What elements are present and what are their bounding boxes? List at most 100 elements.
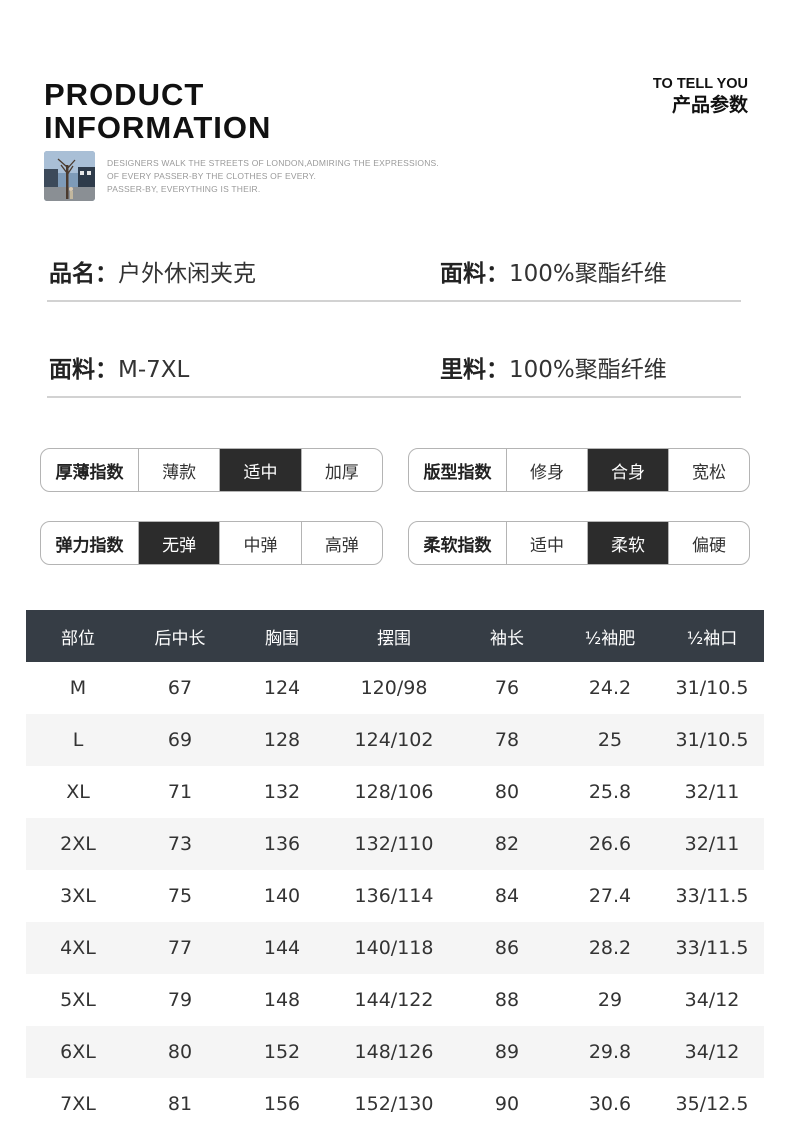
elasticity-index-label: 弹力指数 <box>41 522 139 564</box>
elasticity-option-high: 高弹 <box>324 535 359 556</box>
product-name-label: 品名： <box>49 261 118 287</box>
table-cell: 31/10.5 <box>675 729 749 751</box>
table-cell: 25 <box>597 729 623 751</box>
table-row: 5XL 79 148 144/122 88 29 34/12 <box>26 974 764 1026</box>
slogan-line: OF EVERY PASSER-BY THE CLOTHES OF EVERY. <box>107 171 317 181</box>
street-photo-thumbnail <box>44 151 95 201</box>
table-cell: 148 <box>263 989 301 1011</box>
table-cell: 71 <box>167 781 193 803</box>
table-cell: 69 <box>167 729 193 751</box>
table-cell: 86 <box>494 937 520 959</box>
table-cell: 156 <box>263 1093 301 1115</box>
tell-you-cn: 产品参数 <box>671 94 748 116</box>
title-line-2: INFORMATION <box>44 110 272 145</box>
tell-you-block: TO TELL YOU 产品参数 <box>653 76 748 118</box>
table-row: L 69 128 124/102 78 25 31/10.5 <box>26 714 764 766</box>
table-cell: 76 <box>494 677 520 699</box>
table-cell: 144 <box>263 937 301 959</box>
header-cell: 摆围 <box>377 628 411 649</box>
thickness-option-thick: 加厚 <box>324 462 359 483</box>
fabric-label: 面料： <box>440 261 509 287</box>
table-cell: 32/11 <box>684 781 740 803</box>
table-cell: 78 <box>494 729 520 751</box>
table-cell: 120/98 <box>360 677 428 699</box>
thickness-option-thin: 薄款 <box>139 449 221 491</box>
tell-you-en: TO TELL YOU <box>652 76 748 92</box>
table-cell: 29 <box>597 989 623 1011</box>
table-cell: 30.6 <box>588 1093 632 1115</box>
header-cell: 部位 <box>61 628 95 649</box>
table-cell: 26.6 <box>588 833 632 855</box>
page-title: PRODUCT INFORMATION <box>44 78 271 144</box>
thickness-index-label: 厚薄指数 <box>41 449 139 491</box>
table-cell: 89 <box>494 1041 520 1063</box>
table-cell: 6XL <box>60 1041 96 1063</box>
table-cell: 35/12.5 <box>675 1093 749 1115</box>
table-cell: 28.2 <box>588 937 632 959</box>
table-cell: 136/114 <box>354 885 434 907</box>
info-row-1: 品名：户外休闲夹克 面料：100%聚酯纤维 <box>47 242 741 302</box>
table-cell: 84 <box>494 885 520 907</box>
table-cell: 152/130 <box>354 1093 434 1115</box>
table-cell: 136 <box>263 833 301 855</box>
table-cell: 132 <box>263 781 301 803</box>
softness-option-medium: 适中 <box>507 522 588 564</box>
table-cell: 24.2 <box>588 677 632 699</box>
header-cell: 后中长 <box>154 628 206 649</box>
header-cell: 袖长 <box>490 628 524 649</box>
fabric: 面料：100%聚酯纤维 <box>440 260 667 288</box>
size-range-value: M-7XL <box>118 357 190 383</box>
lining-label: 里料： <box>440 357 509 383</box>
fit-index: 版型指数 修身 合身 宽松 <box>408 448 750 492</box>
table-row: 7XL 81 156 152/130 90 30.6 35/12.5 <box>26 1078 764 1130</box>
table-cell: L <box>72 729 84 751</box>
table-cell: 31/10.5 <box>675 677 749 699</box>
elasticity-option-medium: 中弹 <box>220 522 302 564</box>
size-table-header: 部位 后中长 胸围 摆围 袖长 ½袖肥 ½袖口 <box>26 610 764 662</box>
table-cell: XL <box>66 781 90 803</box>
table-cell: 3XL <box>60 885 96 907</box>
table-cell: 34/12 <box>684 1041 740 1063</box>
table-cell: 7XL <box>60 1093 96 1115</box>
table-cell: 25.8 <box>588 781 632 803</box>
fabric-value: 100%聚酯纤维 <box>509 261 667 287</box>
table-cell: 27.4 <box>588 885 632 907</box>
softness-index-label: 柔软指数 <box>409 522 507 564</box>
info-row-2: 面料：M-7XL 里料：100%聚酯纤维 <box>47 338 741 398</box>
table-cell: M <box>69 677 87 699</box>
table-row: M 67 124 120/98 76 24.2 31/10.5 <box>26 662 764 714</box>
table-cell: 88 <box>494 989 520 1011</box>
elasticity-index: 弹力指数 无弹 中弹 高弹 <box>40 521 383 565</box>
table-row: 2XL 73 136 132/110 82 26.6 32/11 <box>26 818 764 870</box>
table-cell: 80 <box>167 1041 193 1063</box>
table-cell: 2XL <box>60 833 96 855</box>
table-cell: 34/12 <box>684 989 740 1011</box>
lining: 里料：100%聚酯纤维 <box>440 356 667 384</box>
fit-option-slim: 修身 <box>507 449 588 491</box>
table-cell: 140 <box>263 885 301 907</box>
header-cell: ½袖口 <box>686 628 738 649</box>
table-cell: 73 <box>167 833 193 855</box>
table-cell: 82 <box>494 833 520 855</box>
table-row: 3XL 75 140 136/114 84 27.4 33/11.5 <box>26 870 764 922</box>
fit-option-regular: 合身 <box>588 449 669 491</box>
product-name-value: 户外休闲夹克 <box>118 261 256 287</box>
header-cell: ½袖肥 <box>584 628 636 649</box>
table-cell: 33/11.5 <box>675 885 749 907</box>
table-cell: 144/122 <box>354 989 434 1011</box>
slogan-line: DESIGNERS WALK THE STREETS OF LONDON,ADM… <box>107 158 439 168</box>
table-cell: 148/126 <box>354 1041 434 1063</box>
table-cell: 128/106 <box>354 781 434 803</box>
softness-option-soft: 柔软 <box>588 522 669 564</box>
table-cell: 29.8 <box>588 1041 632 1063</box>
table-cell: 80 <box>494 781 520 803</box>
size-table-body: M 67 124 120/98 76 24.2 31/10.5 L 69 128 124/102 78… <box>26 662 764 1130</box>
table-cell: 79 <box>167 989 193 1011</box>
table-cell: 33/11.5 <box>675 937 749 959</box>
thickness-index: 厚薄指数 薄款 适中 加厚 <box>40 448 383 492</box>
table-row: XL 71 132 128/106 80 25.8 32/11 <box>26 766 764 818</box>
slogan-line: PASSER-BY, EVERYTHING IS THEIR. <box>107 184 261 194</box>
softness-option-stiff: 偏硬 <box>692 535 726 556</box>
table-cell: 32/11 <box>684 833 740 855</box>
table-cell: 124 <box>263 677 301 699</box>
